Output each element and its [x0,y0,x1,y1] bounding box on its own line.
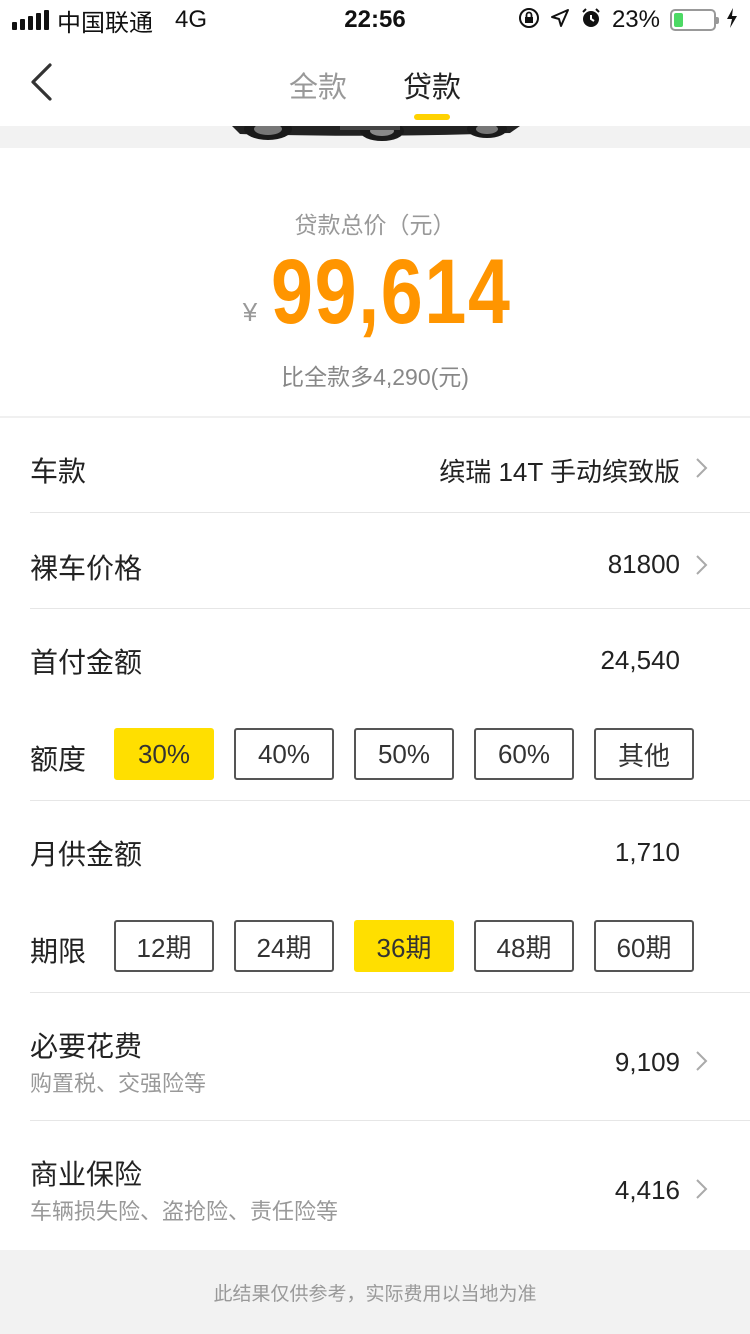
insurance-value: 4,416 [614,1175,680,1205]
term-option-36[interactable]: 36期 [354,920,454,972]
orientation-lock-icon [518,7,540,33]
loan-summary: 贷款总价（元） ¥ 99,614 比全款多4,290(元) [0,148,750,416]
ratio-label: 额度 [30,744,87,775]
monthly-value: 1,710 [614,837,680,867]
location-icon [550,8,570,32]
price-label: 裸车价格 [30,553,143,584]
price-difference: 比全款多4,290(元) [281,364,469,390]
currency-symbol: ¥ [242,297,258,327]
term-options: 12期 24期 36期 48期 60期 [114,920,694,972]
down-payment-section: 首付金额 24,540 额度 30% 40% 50% 60% 其他 [0,609,750,800]
nav-bar: 全款 贷款 [0,40,750,126]
term-option-24[interactable]: 24期 [234,920,334,972]
term-option-60[interactable]: 60期 [594,920,694,972]
necessary-cost-row[interactable]: 必要花费 购置税、交强险等 9,109 [0,993,750,1120]
battery-percent: 23% [611,6,660,33]
price-row[interactable]: 裸车价格 81800 [0,513,750,608]
charging-icon [726,7,738,33]
necessary-cost-sub: 购置税、交强险等 [30,1071,207,1096]
insurance-row[interactable]: 商业保险 车辆损失险、盗抢险、责任险等 4,416 [0,1121,750,1249]
network-type: 4G [175,6,208,33]
ratio-option-60[interactable]: 60% [474,728,574,780]
term-option-48[interactable]: 48期 [474,920,574,972]
monthly-section: 月供金额 1,710 期限 12期 24期 36期 48期 60期 [0,801,750,992]
insurance-sub: 车辆损失险、盗抢险、责任险等 [30,1199,339,1224]
down-payment-label: 首付金额 [30,647,143,678]
model-value: 缤瑞 14T 手动缤致版 [439,457,680,487]
ratio-option-other[interactable]: 其他 [594,728,694,780]
model-label: 车款 [30,456,87,487]
necessary-cost-value: 9,109 [614,1047,680,1077]
car-image [0,126,750,148]
chevron-right-icon [696,1179,708,1199]
monthly-label: 月供金额 [30,839,143,870]
price-value: 81800 [607,549,680,579]
status-bar: 中国联通 4G 22:56 23% [0,0,750,40]
battery-icon [670,9,719,31]
status-left: 中国联通 4G [12,3,207,38]
total-label: 贷款总价（元） [294,212,456,238]
carrier-name: 中国联通 [57,9,153,37]
signal-icon [12,10,49,30]
ratio-option-30[interactable]: 30% [114,728,214,780]
necessary-cost-label: 必要花费 [30,1031,143,1062]
alarm-icon [580,7,602,33]
chevron-right-icon [696,555,708,575]
disclaimer-footer: 此结果仅供参考，实际费用以当地为准 [0,1250,750,1334]
term-label: 期限 [30,936,87,967]
battery-fill [674,13,683,27]
tab-full-payment[interactable]: 全款 [289,64,347,120]
insurance-label: 商业保险 [30,1159,143,1190]
down-payment-value: 24,540 [600,645,680,675]
ratio-option-40[interactable]: 40% [234,728,334,780]
status-right: 23% [518,6,738,34]
term-option-12[interactable]: 12期 [114,920,214,972]
total-price-row: ¥ 99,614 [0,246,750,338]
model-row[interactable]: 车款 缤瑞 14T 手动缤致版 [0,418,750,512]
ratio-option-50[interactable]: 50% [354,728,454,780]
chevron-right-icon [696,1051,708,1071]
total-price: 99,614 [271,241,512,343]
chevron-right-icon [696,458,708,478]
ratio-options: 30% 40% 50% 60% 其他 [114,728,694,780]
loan-calculator-screen: 中国联通 4G 22:56 23% 全款 贷款 贷款总价（元） ¥ 99,614… [0,0,750,1334]
payment-tabs: 全款 贷款 [0,64,750,120]
tab-loan[interactable]: 贷款 [403,64,461,120]
